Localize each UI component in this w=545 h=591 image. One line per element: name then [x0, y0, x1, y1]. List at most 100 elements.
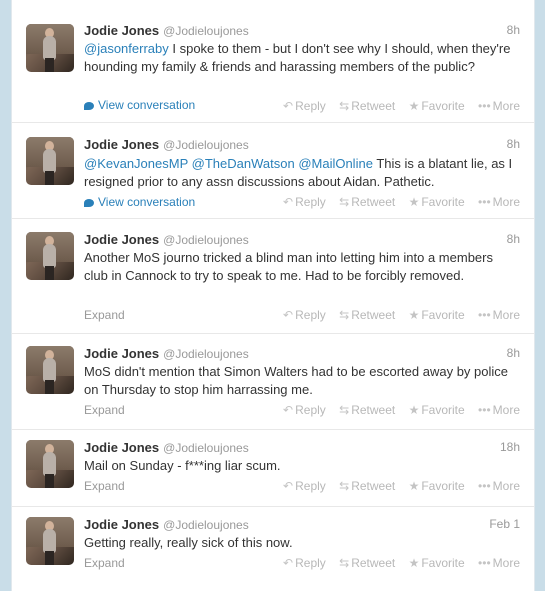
favorite-button[interactable]: ★ Favorite [409, 479, 465, 493]
reply-label: Reply [295, 556, 326, 570]
reply-button[interactable]: ↶ Reply [283, 195, 326, 209]
favorite-button[interactable]: ★ Favorite [409, 556, 465, 570]
tweet-header: Jodie Jones @Jodieloujones [84, 439, 249, 455]
avatar[interactable] [26, 440, 74, 488]
star-icon: ★ [408, 308, 420, 322]
author-handle[interactable]: @Jodieloujones [163, 233, 249, 247]
favorite-label: Favorite [421, 99, 465, 113]
author-name[interactable]: Jodie Jones [84, 232, 159, 247]
more-button[interactable]: ••• More [478, 195, 520, 209]
retweet-button[interactable]: ⇆ Retweet [339, 308, 395, 322]
tweet-text: Another MoS journo tricked a blind man i… [84, 250, 493, 283]
view-conversation-link[interactable]: View conversation [84, 98, 195, 112]
tweet-text: Mail on Sunday - f***ing liar scum. [84, 458, 281, 473]
avatar[interactable] [26, 517, 74, 565]
star-icon: ★ [408, 403, 420, 417]
retweet-button[interactable]: ⇆ Retweet [339, 99, 395, 113]
expand-link[interactable]: Expand [84, 479, 125, 493]
favorite-label: Favorite [421, 195, 465, 209]
tweet-item[interactable]: Jodie Jones @Jodieloujones 8h MoS didn't … [12, 333, 534, 429]
expand-link[interactable]: Expand [84, 403, 125, 417]
retweet-icon: ⇆ [339, 195, 350, 209]
tweet-header: Jodie Jones @Jodieloujones [84, 22, 249, 38]
retweet-label: Retweet [351, 479, 396, 493]
retweet-icon: ⇆ [339, 479, 350, 493]
view-conversation-label: View conversation [98, 195, 196, 209]
tweet-item[interactable]: Jodie Jones @Jodieloujones 18h Mail on Su… [12, 429, 534, 506]
retweet-button[interactable]: ⇆ Retweet [339, 403, 395, 417]
reply-button[interactable]: ↶ Reply [283, 99, 326, 113]
avatar[interactable] [26, 137, 74, 185]
more-label: More [492, 556, 520, 570]
avatar[interactable] [26, 346, 74, 394]
author-name[interactable]: Jodie Jones [84, 517, 159, 532]
tweet-timestamp[interactable]: 8h [507, 232, 520, 246]
retweet-button[interactable]: ⇆ Retweet [339, 195, 395, 209]
favorite-button[interactable]: ★ Favorite [409, 308, 465, 322]
avatar[interactable] [26, 24, 74, 72]
expand-link[interactable]: Expand [84, 308, 125, 322]
ellipsis-icon: ••• [478, 99, 491, 113]
tweet-item[interactable]: Jodie Jones @Jodieloujones 8h @KevanJones… [12, 122, 534, 218]
more-button[interactable]: ••• More [478, 556, 520, 570]
author-handle[interactable]: @Jodieloujones [163, 138, 249, 152]
tweet-item[interactable]: Jodie Jones @Jodieloujones 8h Another MoS… [12, 218, 534, 333]
mention-link[interactable]: @MailOnline [298, 156, 373, 171]
speech-bubble-icon [84, 199, 94, 207]
reply-arrow-icon: ↶ [283, 556, 294, 570]
reply-label: Reply [295, 308, 326, 322]
retweet-label: Retweet [351, 403, 396, 417]
tweet-item[interactable]: Jodie Jones @Jodieloujones 8h @jasonferra… [12, 0, 534, 122]
tweet-timestamp[interactable]: 18h [500, 440, 520, 454]
more-label: More [492, 308, 520, 322]
tweet-timestamp[interactable]: 8h [507, 23, 520, 37]
star-icon: ★ [408, 556, 420, 570]
reply-label: Reply [295, 195, 326, 209]
reply-label: Reply [295, 479, 326, 493]
retweet-icon: ⇆ [339, 556, 350, 570]
retweet-button[interactable]: ⇆ Retweet [339, 556, 395, 570]
favorite-button[interactable]: ★ Favorite [409, 195, 465, 209]
retweet-label: Retweet [351, 556, 396, 570]
author-name[interactable]: Jodie Jones [84, 440, 159, 455]
reply-arrow-icon: ↶ [283, 195, 294, 209]
more-button[interactable]: ••• More [478, 479, 520, 493]
mention-link[interactable]: @jasonferraby [84, 41, 169, 56]
retweet-label: Retweet [351, 195, 396, 209]
reply-button[interactable]: ↶ Reply [283, 556, 326, 570]
author-name[interactable]: Jodie Jones [84, 346, 159, 361]
more-button[interactable]: ••• More [478, 308, 520, 322]
avatar[interactable] [26, 232, 74, 280]
favorite-button[interactable]: ★ Favorite [409, 403, 465, 417]
author-name[interactable]: Jodie Jones [84, 23, 159, 38]
author-handle[interactable]: @Jodieloujones [163, 518, 249, 532]
more-button[interactable]: ••• More [478, 99, 520, 113]
author-handle[interactable]: @Jodieloujones [163, 441, 249, 455]
mention-link[interactable]: @KevanJonesMP [84, 156, 188, 171]
retweet-icon: ⇆ [339, 403, 350, 417]
reply-button[interactable]: ↶ Reply [283, 308, 326, 322]
favorite-label: Favorite [421, 308, 465, 322]
tweet-timestamp[interactable]: Feb 1 [489, 517, 520, 531]
more-button[interactable]: ••• More [478, 403, 520, 417]
tweet-header: Jodie Jones @Jodieloujones [84, 516, 249, 532]
star-icon: ★ [408, 99, 420, 113]
reply-button[interactable]: ↶ Reply [283, 403, 326, 417]
reply-button[interactable]: ↶ Reply [283, 479, 326, 493]
retweet-button[interactable]: ⇆ Retweet [339, 479, 395, 493]
tweet-timestamp[interactable]: 8h [507, 346, 520, 360]
author-handle[interactable]: @Jodieloujones [163, 347, 249, 361]
mention-link[interactable]: @TheDanWatson [192, 156, 295, 171]
tweet-actions: ↶ Reply ⇆ Retweet ★ Favorite ••• More [273, 479, 520, 493]
favorite-button[interactable]: ★ Favorite [409, 99, 465, 113]
tweet-item[interactable]: Jodie Jones @Jodieloujones Feb 1 Getting … [12, 506, 534, 591]
tweet-header: Jodie Jones @Jodieloujones [84, 345, 249, 361]
author-handle[interactable]: @Jodieloujones [163, 24, 249, 38]
view-conversation-link[interactable]: View conversation [84, 195, 195, 209]
tweet-timestamp[interactable]: 8h [507, 137, 520, 151]
retweet-label: Retweet [351, 99, 396, 113]
tweet-stream: Jodie Jones @Jodieloujones 8h @jasonferra… [11, 0, 535, 591]
more-label: More [492, 195, 520, 209]
author-name[interactable]: Jodie Jones [84, 137, 159, 152]
expand-link[interactable]: Expand [84, 556, 125, 570]
